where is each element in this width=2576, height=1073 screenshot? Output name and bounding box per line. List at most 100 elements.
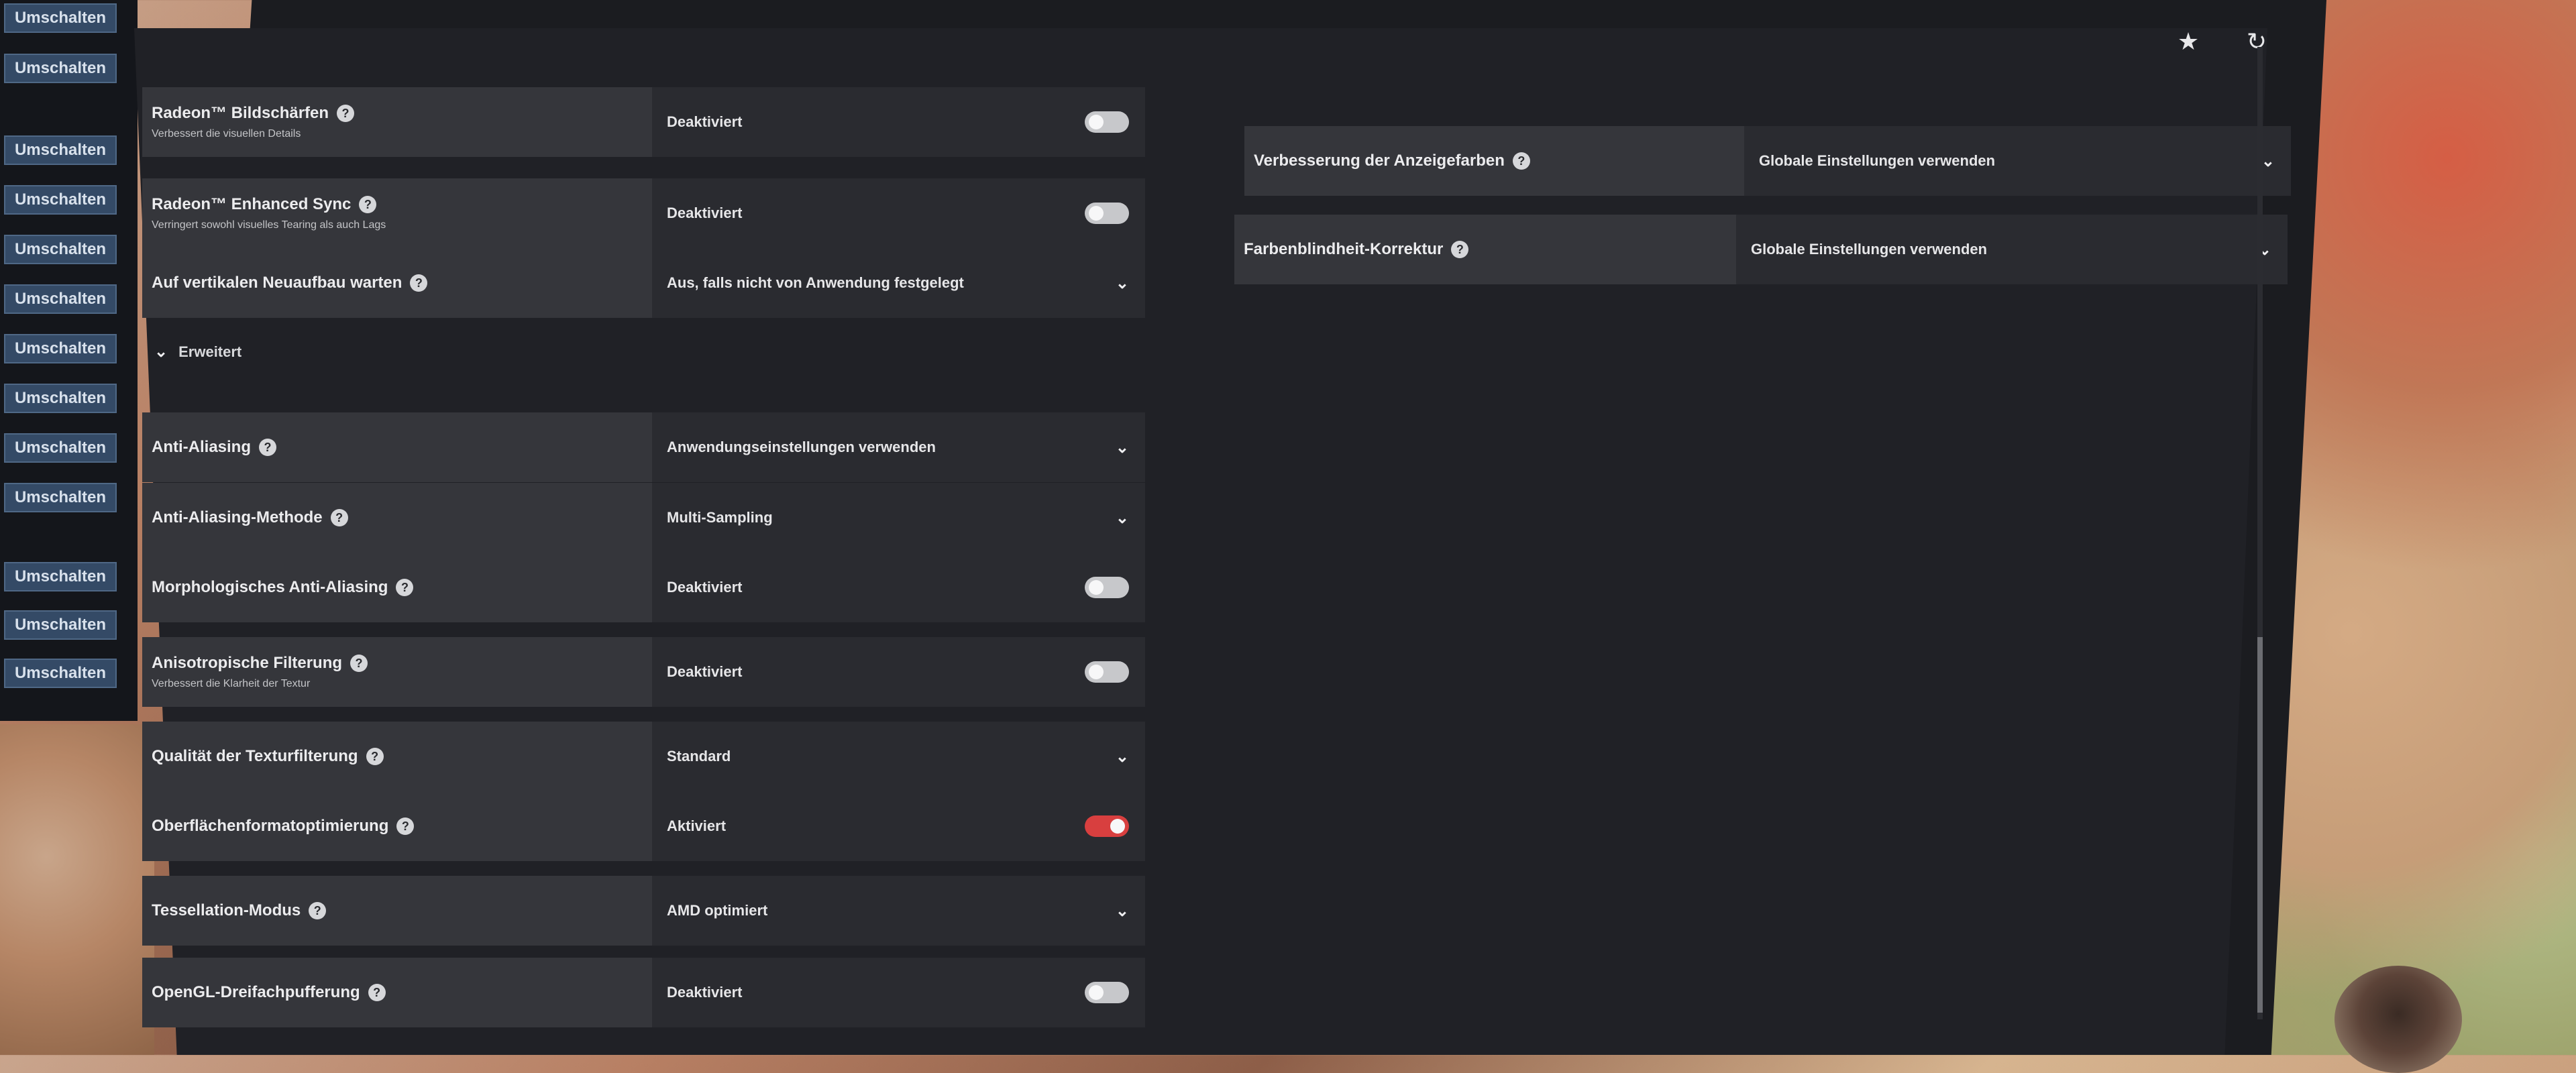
toggle-switch[interactable]	[1085, 815, 1129, 837]
setting-row: Morphologisches Anti-Aliasing ? Deaktivi…	[142, 553, 1148, 622]
toggle-button[interactable]: Umschalten	[4, 284, 117, 314]
setting-value: Deaktiviert	[667, 579, 743, 596]
setting-row: Anisotropische Filterung ? Verbessert di…	[142, 637, 1148, 707]
help-icon[interactable]: ?	[366, 748, 384, 765]
help-icon[interactable]: ?	[350, 655, 368, 672]
help-icon[interactable]: ?	[309, 902, 327, 919]
setting-value: Deaktiviert	[667, 113, 743, 130]
setting-value-box[interactable]: Aus, falls nicht von Anwendung festgeleg…	[652, 248, 1145, 318]
toggle-switch[interactable]	[1085, 203, 1129, 224]
help-icon[interactable]: ?	[359, 196, 377, 213]
help-icon[interactable]: ?	[330, 509, 348, 526]
setting-value-box[interactable]: Deaktiviert	[652, 178, 1145, 248]
setting-value: Aktiviert	[667, 817, 727, 834]
setting-value-box[interactable]: Deaktiviert	[652, 87, 1145, 157]
setting-label-row: OpenGL-Dreifachpufferung ?	[152, 983, 652, 1002]
setting-value-box[interactable]: Multi-Sampling ⌄	[652, 483, 1145, 553]
setting-value-box[interactable]: Deaktiviert	[652, 637, 1145, 707]
setting-label: Tessellation-Modus	[152, 901, 301, 919]
setting-label: OpenGL-Dreifachpufferung	[152, 983, 360, 1001]
toggle-button[interactable]: Umschalten	[4, 659, 117, 688]
setting-label-box: Radeon™ Bildschärfen ? Verbessert die vi…	[142, 87, 652, 157]
setting-value-box[interactable]: Standard ⌄	[652, 722, 1145, 791]
advanced-section-header[interactable]: ⌄ Erweitert	[154, 342, 241, 361]
toggle-button[interactable]: Umschalten	[4, 135, 117, 165]
help-icon[interactable]: ?	[1512, 152, 1530, 170]
setting-row: Verbesserung der Anzeigefarben ? Globale…	[1244, 126, 2291, 196]
setting-value-box[interactable]: Deaktiviert	[652, 553, 1145, 622]
setting-label-box: Tessellation-Modus ?	[142, 876, 652, 946]
setting-value-box[interactable]: Deaktiviert	[652, 958, 1145, 1027]
setting-row: Auf vertikalen Neuaufbau warten ? Aus, f…	[142, 248, 1155, 318]
help-icon[interactable]: ?	[1451, 241, 1469, 258]
setting-label-box: Anisotropische Filterung ? Verbessert di…	[142, 637, 652, 707]
setting-value: Deaktiviert	[667, 984, 743, 1001]
setting-label-row: Farbenblindheit-Korrektur ?	[1244, 240, 1736, 259]
setting-label-row: Anti-Aliasing ?	[152, 438, 652, 457]
setting-row: Radeon™ Bildschärfen ? Verbessert die vi…	[142, 87, 1155, 157]
toggle-button[interactable]: Umschalten	[4, 433, 117, 463]
help-icon[interactable]: ?	[368, 984, 386, 1001]
setting-label: Qualität der Texturfilterung	[152, 747, 358, 765]
setting-row: Farbenblindheit-Korrektur ? Globale Eins…	[1234, 215, 2288, 284]
help-icon[interactable]: ?	[410, 274, 428, 292]
setting-row: Oberflächenformatoptimierung ? Aktiviert	[142, 791, 1148, 861]
setting-row: Anti-Aliasing-Methode ? Multi-Sampling ⌄	[142, 483, 1148, 553]
scrollbar-thumb[interactable]	[2257, 637, 2263, 1013]
toggle-button[interactable]: Umschalten	[4, 54, 117, 83]
setting-label-row: Anisotropische Filterung ?	[152, 654, 652, 673]
setting-label-row: Tessellation-Modus ?	[152, 901, 652, 920]
setting-label-box: Auf vertikalen Neuaufbau warten ?	[142, 248, 652, 318]
star-icon[interactable]: ★	[2174, 27, 2203, 56]
setting-value-box[interactable]: Aktiviert	[652, 791, 1145, 861]
help-icon[interactable]: ?	[337, 105, 355, 122]
toggle-button[interactable]: Umschalten	[4, 334, 117, 363]
setting-label-row: Verbesserung der Anzeigefarben ?	[1254, 152, 1744, 170]
chevron-down-icon[interactable]: ⌄	[1116, 747, 1129, 767]
toggle-switch[interactable]	[1085, 982, 1129, 1003]
setting-label-box: Anti-Aliasing ?	[142, 412, 652, 482]
setting-label-box: Oberflächenformatoptimierung ?	[142, 791, 652, 861]
setting-value: Aus, falls nicht von Anwendung festgeleg…	[667, 274, 964, 291]
toggle-button[interactable]: Umschalten	[4, 3, 117, 33]
setting-value-box[interactable]: Anwendungseinstellungen verwenden ⌄	[652, 412, 1145, 482]
chevron-down-icon[interactable]: ⌄	[1116, 901, 1129, 921]
setting-row: Qualität der Texturfilterung ? Standard …	[142, 722, 1148, 791]
chevron-down-icon[interactable]: ⌄	[2261, 152, 2275, 171]
toggle-button[interactable]: Umschalten	[4, 185, 117, 215]
setting-value: Deaktiviert	[667, 663, 743, 680]
toggle-switch[interactable]	[1085, 661, 1129, 683]
setting-label: Verbesserung der Anzeigefarben	[1254, 152, 1505, 170]
setting-label-row: Radeon™ Enhanced Sync ?	[152, 195, 652, 214]
chevron-down-icon[interactable]: ⌄	[1116, 438, 1129, 457]
setting-value: Globale Einstellungen verwenden	[1751, 241, 1988, 258]
setting-row: Anti-Aliasing ? Anwendungseinstellungen …	[142, 412, 1148, 482]
background-eye	[2334, 966, 2462, 1073]
setting-value-box[interactable]: AMD optimiert ⌄	[652, 876, 1145, 946]
setting-value-box[interactable]: Globale Einstellungen verwenden ⌄	[1744, 126, 2291, 196]
help-icon[interactable]: ?	[396, 817, 415, 835]
setting-subtitle: Verbessert die visuellen Details	[152, 128, 301, 139]
toggle-button[interactable]: Umschalten	[4, 384, 117, 413]
setting-subtitle: Verbessert die Klarheit der Textur	[152, 678, 311, 689]
setting-value-box[interactable]: Globale Einstellungen verwenden ⌄	[1736, 215, 2288, 284]
setting-value: AMD optimiert	[667, 902, 768, 919]
toggle-button[interactable]: Umschalten	[4, 610, 117, 640]
help-icon[interactable]: ?	[396, 579, 414, 596]
toggle-button[interactable]: Umschalten	[4, 483, 117, 512]
toggle-switch[interactable]	[1085, 111, 1129, 133]
chevron-down-icon[interactable]: ⌄	[1116, 274, 1129, 293]
toggle-button[interactable]: Umschalten	[4, 562, 117, 591]
toggle-switch[interactable]	[1085, 577, 1129, 598]
chevron-down-icon[interactable]: ⌄	[1116, 508, 1129, 528]
setting-label-box: Verbesserung der Anzeigefarben ?	[1244, 126, 1744, 196]
toggle-button[interactable]: Umschalten	[4, 235, 117, 264]
setting-row: Tessellation-Modus ? AMD optimiert ⌄	[142, 876, 1148, 946]
setting-value: Globale Einstellungen verwenden	[1759, 152, 1996, 169]
setting-label-row: Anti-Aliasing-Methode ?	[152, 508, 652, 527]
setting-label-row: Oberflächenformatoptimierung ?	[152, 817, 652, 836]
setting-label: Radeon™ Bildschärfen	[152, 104, 329, 122]
setting-label: Radeon™ Enhanced Sync	[152, 195, 352, 213]
help-icon[interactable]: ?	[259, 439, 276, 456]
reset-icon[interactable]: ↻	[2242, 27, 2271, 56]
